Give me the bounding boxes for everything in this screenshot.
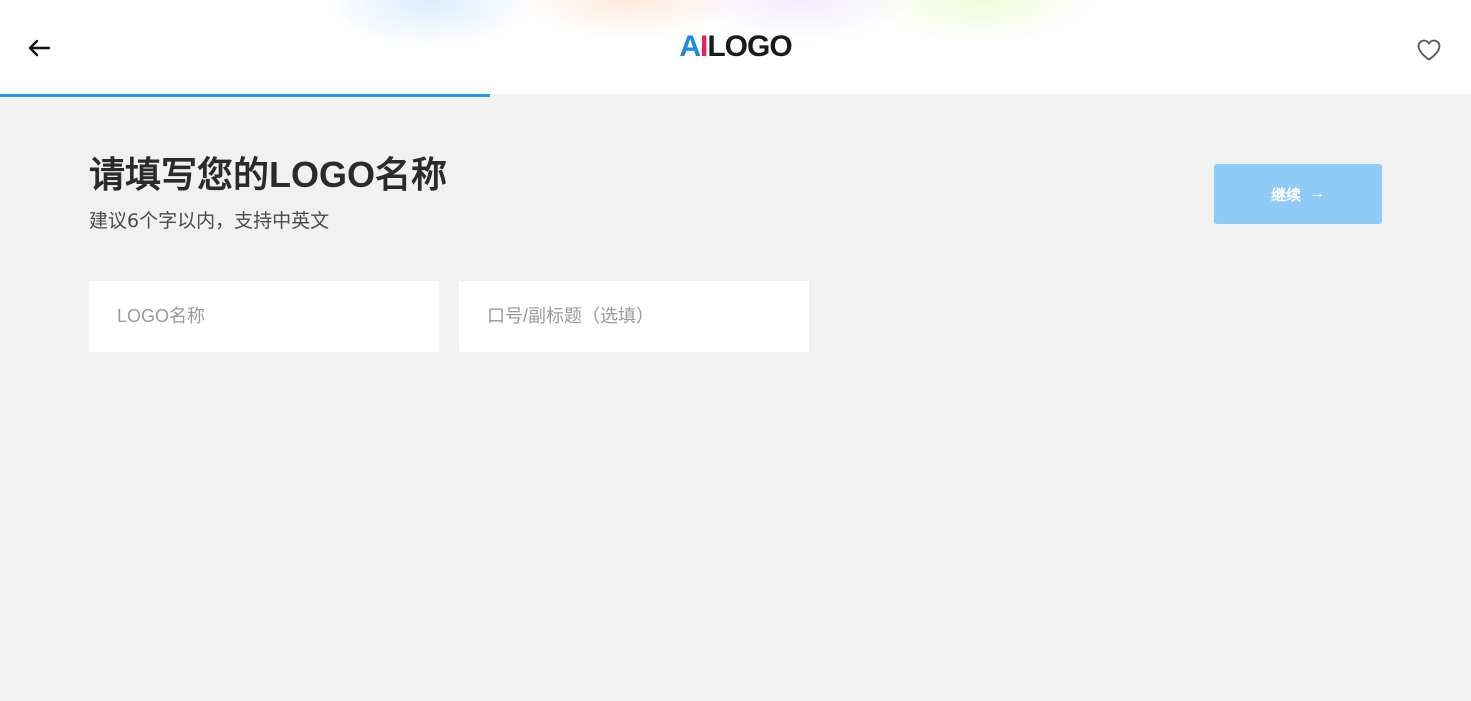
top-header: AILOGO [0,0,1471,94]
arrow-right-icon: → [1309,185,1325,202]
back-button[interactable] [25,34,53,62]
logo-wordmark: LOGO [707,30,792,63]
slogan-input[interactable] [459,281,809,352]
logo-letter-a: A [679,30,701,63]
favorite-button[interactable] [1414,36,1444,64]
step-progress-bar [0,94,1471,97]
continue-button[interactable]: 继续 → [1214,164,1382,224]
page-subtitle: 建议6个字以内，支持中英文 [89,210,330,232]
logo-name-input[interactable] [89,281,439,352]
arrow-left-icon [28,39,50,57]
step-progress-fill [0,94,490,97]
header-gradient-decoration [300,0,1180,94]
heart-outline-icon [1417,39,1441,61]
continue-button-label: 继续 [1270,186,1301,204]
page-title: 请填写您的LOGO名称 [89,154,447,195]
ailogo-brand-logo[interactable]: AILOGO [0,29,1471,65]
logo-letter-i: I [699,30,708,63]
